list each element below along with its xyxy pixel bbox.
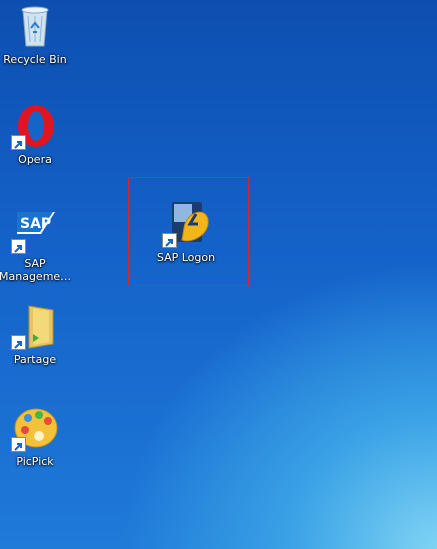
partage-label: Partage [13, 353, 57, 366]
shortcut-arrow-icon [11, 239, 26, 254]
svg-text:SAP: SAP [20, 216, 51, 232]
sap-logon-label: SAP Logon [156, 251, 216, 264]
recycle-bin-label: Recycle Bin [3, 53, 67, 66]
partage-icon-item[interactable]: Partage [0, 302, 71, 366]
opera-icon [11, 102, 59, 150]
recycle-bin-icon [11, 2, 59, 50]
folder-icon [11, 302, 59, 350]
picpick-icon-item[interactable]: PicPick [0, 404, 71, 468]
recycle-bin-icon-item[interactable]: Recycle Bin [0, 2, 71, 66]
shortcut-arrow-icon [162, 233, 177, 248]
sap-management-icon-item[interactable]: SAP SAP Manageme… [0, 206, 71, 283]
sap-management-icon: SAP [11, 206, 59, 254]
sap-management-label: SAP Manageme… [0, 257, 72, 283]
shortcut-arrow-icon [11, 135, 26, 150]
sap-logon-icon [162, 200, 210, 248]
shortcut-arrow-icon [11, 335, 26, 350]
opera-label: Opera [18, 153, 52, 166]
opera-icon-item[interactable]: Opera [0, 102, 71, 166]
picpick-icon [11, 404, 59, 452]
picpick-label: PicPick [16, 455, 54, 468]
shortcut-arrow-icon [11, 437, 26, 452]
sap-logon-icon-item[interactable]: SAP Logon [150, 200, 222, 264]
